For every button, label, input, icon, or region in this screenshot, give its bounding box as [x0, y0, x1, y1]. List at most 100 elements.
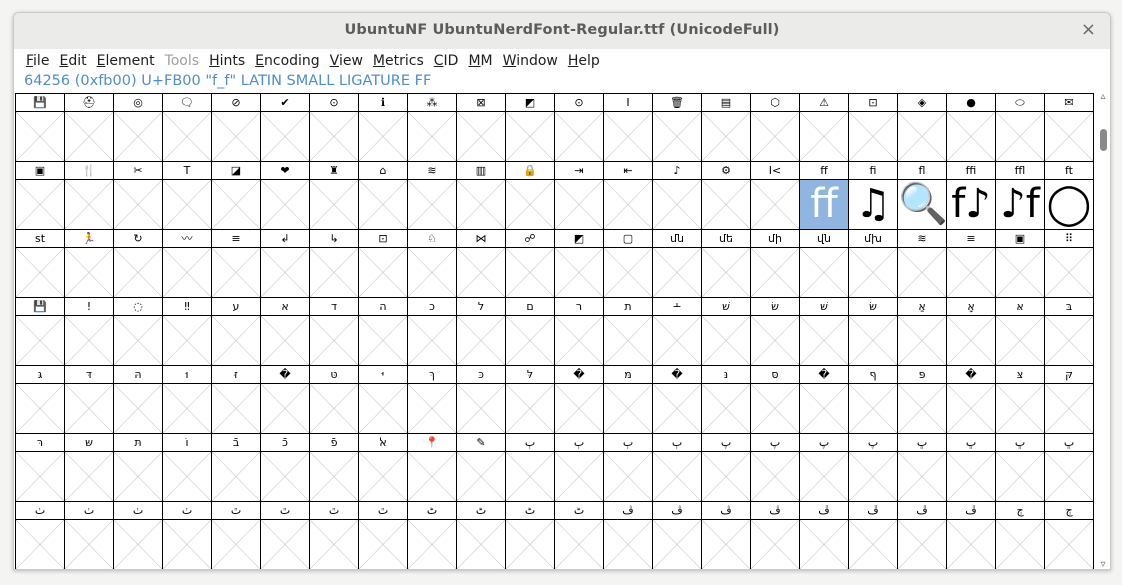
empty-glyph-placeholder[interactable] — [653, 248, 701, 297]
glyph-cell[interactable]: ♪ — [653, 162, 702, 230]
empty-glyph-placeholder[interactable] — [898, 384, 946, 433]
glyph-cell[interactable]: ✔ — [261, 94, 310, 162]
glyph-cell[interactable]: אּ — [996, 298, 1045, 366]
glyph-cell[interactable]: ת — [604, 298, 653, 366]
glyph-cell[interactable]: לּ — [506, 366, 555, 434]
glyph-cell[interactable]: մխ — [849, 230, 898, 298]
glyph-cell[interactable]: մն — [653, 230, 702, 298]
glyph-cell[interactable]: ⚙ — [702, 162, 751, 230]
empty-glyph-placeholder[interactable] — [114, 180, 162, 229]
empty-glyph-placeholder[interactable] — [65, 180, 113, 229]
empty-glyph-placeholder[interactable] — [653, 452, 701, 501]
empty-glyph-placeholder[interactable] — [506, 520, 554, 569]
empty-glyph-placeholder[interactable] — [261, 112, 309, 161]
glyph-cell[interactable]: רּ — [16, 434, 65, 502]
empty-glyph-placeholder[interactable] — [114, 452, 162, 501]
glyph-cell[interactable]: זּ — [212, 366, 261, 434]
glyph-cell[interactable]: ڄ — [996, 502, 1045, 569]
empty-glyph-placeholder[interactable] — [702, 452, 750, 501]
glyph-cell[interactable]: סּ — [751, 366, 800, 434]
glyph-cell[interactable]: הּ — [114, 366, 163, 434]
glyph-cell[interactable]: 🍴 — [65, 162, 114, 230]
empty-glyph-placeholder[interactable] — [114, 316, 162, 365]
empty-glyph-placeholder[interactable] — [261, 248, 309, 297]
empty-glyph-placeholder[interactable] — [212, 316, 260, 365]
empty-glyph-placeholder[interactable] — [800, 384, 848, 433]
empty-glyph-placeholder[interactable] — [996, 112, 1044, 161]
glyph-cell[interactable]: ◎ — [114, 94, 163, 162]
empty-glyph-placeholder[interactable] — [261, 316, 309, 365]
glyph-cell[interactable]: טּ — [310, 366, 359, 434]
glyph-cell[interactable]: ◌ — [114, 298, 163, 366]
glyph-cell[interactable]: ✉ — [1045, 94, 1094, 162]
glyph-cell[interactable]: ڀ — [1045, 434, 1094, 502]
menu-view[interactable]: View — [325, 53, 368, 69]
glyph-cell[interactable]: דּ — [65, 366, 114, 434]
empty-glyph-placeholder[interactable] — [947, 452, 995, 501]
empty-glyph-placeholder[interactable] — [65, 112, 113, 161]
empty-glyph-placeholder[interactable] — [800, 248, 848, 297]
glyph-cell[interactable]: שּׁ — [800, 298, 849, 366]
empty-glyph-placeholder[interactable] — [506, 384, 554, 433]
menu-metrics[interactable]: Metrics — [368, 53, 429, 69]
glyph-cell[interactable]: יּ — [359, 366, 408, 434]
glyph-cell[interactable]: ▤ — [702, 94, 751, 162]
glyph-cell[interactable]: ☍ — [506, 230, 555, 298]
glyph-cell[interactable]: ڦ — [898, 502, 947, 569]
glyph-cell[interactable]: � — [947, 366, 996, 434]
glyph-cell[interactable]: � — [555, 366, 604, 434]
empty-glyph-placeholder[interactable] — [114, 248, 162, 297]
empty-glyph-placeholder[interactable] — [751, 316, 799, 365]
glyph-cell[interactable]: ≡ — [947, 230, 996, 298]
glyph-cell[interactable]: ٺ — [16, 502, 65, 569]
empty-glyph-placeholder[interactable] — [16, 248, 64, 297]
empty-glyph-placeholder[interactable] — [996, 452, 1044, 501]
glyph-cell[interactable]: א — [261, 298, 310, 366]
glyph-cell[interactable]: ♘ — [408, 230, 457, 298]
glyph-cell[interactable]: תּ — [114, 434, 163, 502]
empty-glyph-placeholder[interactable] — [604, 452, 652, 501]
empty-glyph-placeholder[interactable] — [261, 384, 309, 433]
empty-glyph-placeholder[interactable] — [212, 520, 260, 569]
empty-glyph-placeholder[interactable] — [65, 248, 113, 297]
scrollbar-thumb[interactable] — [1100, 129, 1107, 151]
empty-glyph-placeholder[interactable] — [751, 452, 799, 501]
empty-glyph-placeholder[interactable] — [506, 112, 554, 161]
glyph-cell[interactable]: ڤ — [604, 502, 653, 569]
glyph-cell[interactable]: ▥ — [457, 162, 506, 230]
glyph-cell[interactable]: ▣ — [16, 162, 65, 230]
empty-glyph-placeholder[interactable] — [702, 384, 750, 433]
glyph-cell[interactable]: ٻ — [555, 434, 604, 502]
glyph-cell[interactable]: ft ◯ — [1045, 162, 1094, 230]
glyph-cell[interactable]: 🗑 — [653, 94, 702, 162]
empty-glyph-placeholder[interactable] — [702, 180, 750, 229]
glyph-cell[interactable]: כּ — [457, 366, 506, 434]
empty-glyph-placeholder[interactable] — [212, 248, 260, 297]
empty-glyph-placeholder[interactable] — [996, 384, 1044, 433]
empty-glyph-placeholder[interactable] — [800, 112, 848, 161]
glyph-cell[interactable]: ڦ — [947, 502, 996, 569]
glyph-cell[interactable]: ٿ — [212, 502, 261, 569]
menu-window[interactable]: Window — [498, 53, 563, 69]
glyph-cell[interactable]: 🏃 — [65, 230, 114, 298]
empty-glyph-placeholder[interactable] — [359, 180, 407, 229]
empty-glyph-placeholder[interactable] — [849, 520, 897, 569]
glyph-cell[interactable]: שּ — [65, 434, 114, 502]
empty-glyph-placeholder[interactable] — [16, 452, 64, 501]
glyph-cell[interactable]: پ — [702, 434, 751, 502]
empty-glyph-placeholder[interactable] — [506, 452, 554, 501]
empty-glyph-placeholder[interactable] — [16, 520, 64, 569]
glyph-cell[interactable]: ⬡ — [751, 94, 800, 162]
empty-glyph-placeholder[interactable] — [898, 452, 946, 501]
empty-glyph-placeholder[interactable] — [506, 316, 554, 365]
glyph-cell[interactable]: ד — [310, 298, 359, 366]
glyph-cell[interactable]: מּ — [604, 366, 653, 434]
glyph-cell[interactable]: մե — [702, 230, 751, 298]
glyph-cell[interactable]: ם — [506, 298, 555, 366]
empty-glyph-placeholder[interactable] — [212, 384, 260, 433]
empty-glyph-placeholder[interactable] — [849, 452, 897, 501]
glyph-cell[interactable]: fi ♫ — [849, 162, 898, 230]
empty-glyph-placeholder[interactable] — [359, 248, 407, 297]
empty-glyph-placeholder[interactable] — [310, 384, 358, 433]
empty-glyph-placeholder[interactable] — [163, 112, 211, 161]
